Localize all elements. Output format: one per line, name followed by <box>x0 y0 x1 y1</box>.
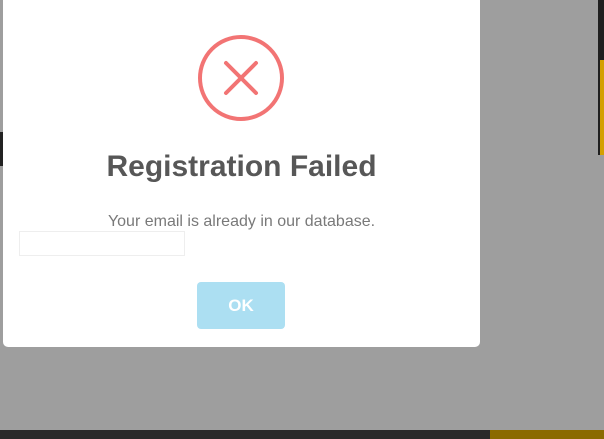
background-strip <box>600 60 604 155</box>
background-footer-accent <box>490 430 604 439</box>
error-dialog: Registration Failed Your email is alread… <box>3 0 480 347</box>
page: Registration Failed Your email is alread… <box>0 0 604 439</box>
error-x-icon <box>198 35 284 121</box>
dialog-message: Your email is already in our database. <box>107 213 376 230</box>
hidden-input-field <box>19 231 185 256</box>
dialog-title: Registration Failed <box>106 150 377 183</box>
ok-button[interactable]: OK <box>197 282 285 329</box>
